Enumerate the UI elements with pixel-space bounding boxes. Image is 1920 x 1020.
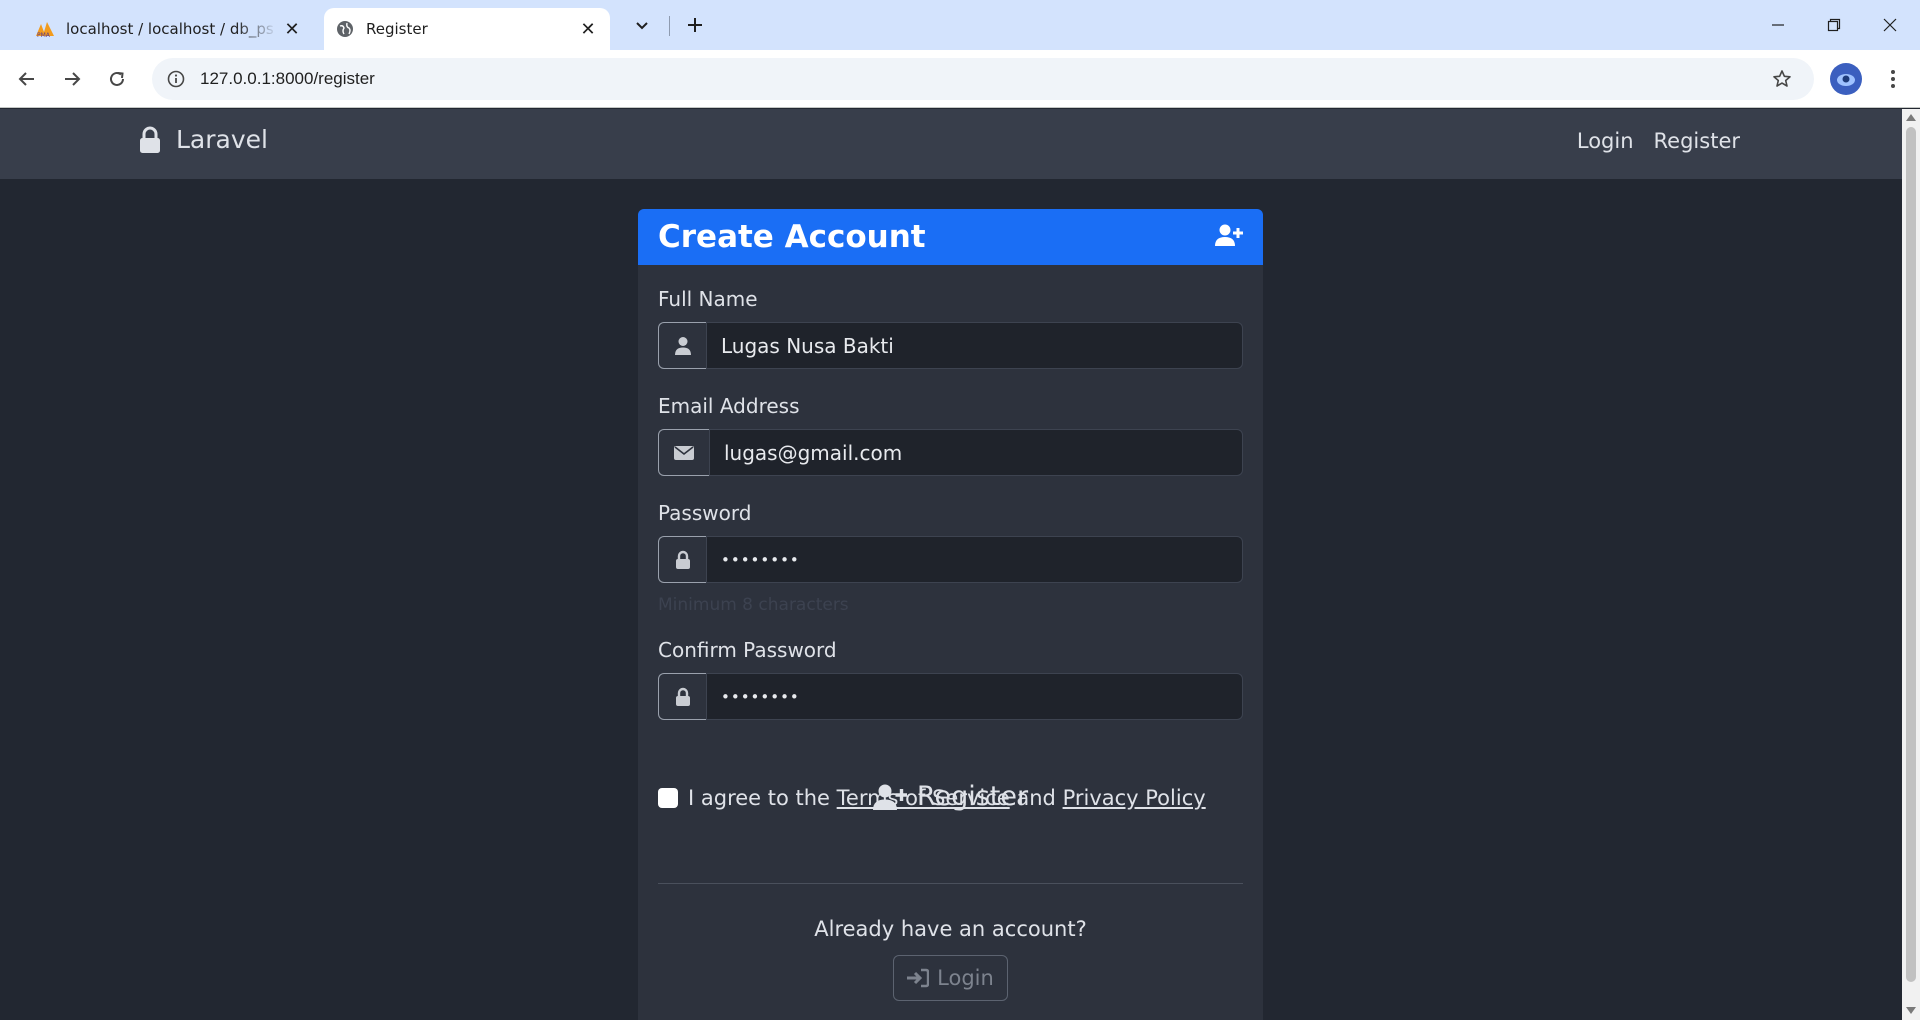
globe-icon xyxy=(334,18,356,40)
nav-login-link[interactable]: Login xyxy=(1577,129,1634,153)
site-info-icon[interactable] xyxy=(158,61,194,97)
app-navbar: Laravel Login Register xyxy=(0,109,1902,179)
user-plus-icon xyxy=(1215,223,1243,251)
close-icon[interactable]: ✕ xyxy=(278,15,306,43)
register-button[interactable]: Register xyxy=(638,781,1263,812)
restore-icon[interactable] xyxy=(1806,0,1862,50)
tab-title: localhost / localhost / db_ps / u xyxy=(66,20,278,38)
lock-icon xyxy=(658,536,706,583)
url-text[interactable]: 127.0.0.1:8000/register xyxy=(200,69,1764,89)
page-viewport: Laravel Login Register Create Account Fu… xyxy=(0,109,1902,1020)
brand-link[interactable]: Laravel xyxy=(138,125,268,154)
register-button-label: Register xyxy=(916,781,1029,812)
browser-tab-strip: PMA localhost / localhost / db_ps / u ✕ … xyxy=(0,0,1920,50)
confirm-password-group xyxy=(658,673,1243,720)
divider xyxy=(658,883,1243,884)
password-hint: Minimum 8 characters xyxy=(658,595,849,615)
email-label: Email Address xyxy=(658,394,800,418)
scroll-up-arrow-icon[interactable] xyxy=(1906,112,1916,122)
full-name-input[interactable] xyxy=(706,322,1243,369)
back-arrow-icon[interactable] xyxy=(9,61,45,97)
nav-links: Login Register xyxy=(1577,129,1740,153)
confirm-password-label: Confirm Password xyxy=(658,638,837,662)
tab-separator xyxy=(669,16,670,36)
login-button-label: Login xyxy=(937,966,994,990)
sign-in-icon xyxy=(907,968,930,988)
profile-avatar[interactable] xyxy=(1830,63,1862,95)
full-name-label: Full Name xyxy=(658,287,758,311)
lock-icon xyxy=(658,673,706,720)
new-tab-plus-icon[interactable] xyxy=(677,10,713,40)
tab-register[interactable]: Register ✕ xyxy=(324,8,610,50)
envelope-icon xyxy=(658,429,709,476)
card-header: Create Account xyxy=(638,209,1263,265)
address-bar[interactable]: 127.0.0.1:8000/register xyxy=(152,58,1814,100)
login-button[interactable]: Login xyxy=(893,955,1008,1001)
scroll-thumb[interactable] xyxy=(1906,127,1916,982)
confirm-password-input[interactable] xyxy=(706,673,1243,720)
window-close-icon[interactable] xyxy=(1862,0,1918,50)
minimize-icon[interactable] xyxy=(1750,0,1806,50)
page-title: Create Account xyxy=(658,219,926,255)
password-label: Password xyxy=(658,501,752,525)
already-account-text: Already have an account? xyxy=(814,917,1087,941)
close-icon[interactable]: ✕ xyxy=(574,15,602,43)
password-group xyxy=(658,536,1243,583)
user-plus-icon xyxy=(872,783,907,811)
password-input[interactable] xyxy=(706,536,1243,583)
register-card: Create Account Full Name Email Address xyxy=(638,209,1263,1020)
brand-name: Laravel xyxy=(176,125,268,154)
svg-text:PMA: PMA xyxy=(37,32,51,38)
phpmyadmin-icon: PMA xyxy=(34,18,56,40)
tab-search-chevron-icon[interactable] xyxy=(624,10,660,40)
lock-icon xyxy=(138,126,162,154)
page-scrollbar[interactable] xyxy=(1902,109,1920,1020)
tab-title: Register xyxy=(366,20,428,38)
scroll-down-arrow-icon[interactable] xyxy=(1906,1006,1916,1016)
tab-phpmyadmin[interactable]: PMA localhost / localhost / db_ps / u ✕ xyxy=(24,8,314,50)
nav-register-link[interactable]: Register xyxy=(1654,129,1740,153)
user-icon xyxy=(658,322,706,369)
full-name-group xyxy=(658,322,1243,369)
browser-toolbar: 127.0.0.1:8000/register xyxy=(0,50,1920,108)
forward-arrow-icon[interactable] xyxy=(54,61,90,97)
email-input[interactable] xyxy=(709,429,1243,476)
bookmark-star-icon[interactable] xyxy=(1764,61,1800,97)
email-group xyxy=(658,429,1243,476)
reload-icon[interactable] xyxy=(99,61,135,97)
kebab-menu-icon[interactable] xyxy=(1875,61,1911,97)
